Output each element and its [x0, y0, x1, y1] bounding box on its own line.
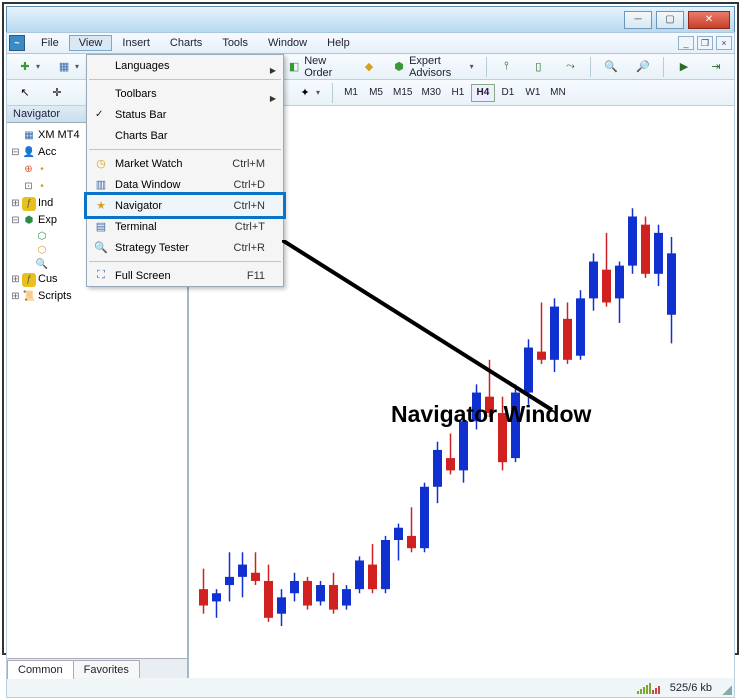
fullscreen-icon: ⛶: [93, 268, 109, 284]
menu-item-full-screen[interactable]: ⛶Full ScreenF11: [87, 265, 283, 286]
mdi-close-button[interactable]: ×: [716, 36, 732, 50]
status-bar: 525/6 kb: [6, 678, 735, 698]
mdi-restore-button[interactable]: ❐: [697, 36, 713, 50]
profiles-button[interactable]: ▦: [50, 57, 85, 77]
timeframe-m5[interactable]: M5: [364, 84, 388, 102]
terminal-icon: ▤: [93, 219, 109, 235]
menu-item-status-bar[interactable]: ✓Status Bar: [87, 104, 283, 125]
timeframe-m30[interactable]: M30: [417, 84, 444, 102]
tester-icon: 🔍: [93, 240, 109, 256]
app-icon: ~: [9, 35, 25, 51]
crosshair-button[interactable]: ✛: [43, 83, 71, 103]
navigator-tab-favorites[interactable]: Favorites: [73, 660, 140, 679]
timeframe-h1[interactable]: H1: [446, 84, 470, 102]
view-menu-dropdown: Languages Toolbars ✓Status Bar Charts Ba…: [86, 54, 284, 287]
menu-item-market-watch[interactable]: ◷Market WatchCtrl+M: [87, 153, 283, 174]
zoom-in-button[interactable]: 🔍: [597, 57, 625, 77]
experts-icon: ⬢: [22, 214, 36, 228]
menu-tools[interactable]: Tools: [212, 35, 258, 51]
objects-select-button[interactable]: ✦: [291, 83, 326, 103]
ea-icon: 🔍: [35, 257, 49, 271]
window-maximize-button[interactable]: ▢: [656, 11, 684, 29]
menu-view[interactable]: View: [69, 35, 113, 51]
menu-item-charts-bar[interactable]: Charts Bar: [87, 125, 283, 146]
mt4-icon: ▦: [22, 129, 36, 143]
status-traffic: 525/6 kb: [670, 682, 712, 694]
bar-chart-button[interactable]: ⫯: [492, 57, 520, 77]
mdi-minimize-button[interactable]: _: [678, 36, 694, 50]
timeframe-m15[interactable]: M15: [389, 84, 416, 102]
line-chart-button[interactable]: ⤳: [556, 57, 584, 77]
scripts-icon: 📜: [22, 290, 36, 304]
navigator-tab-common[interactable]: Common: [7, 660, 74, 679]
autotrading-toggle[interactable]: ◆: [355, 57, 383, 77]
menu-item-strategy-tester[interactable]: 🔍Strategy TesterCtrl+R: [87, 237, 283, 258]
menubar: ~ File View Insert Charts Tools Window H…: [6, 32, 735, 54]
indicators-icon: ƒ: [22, 197, 36, 211]
timeframe-h4[interactable]: H4: [471, 84, 495, 102]
menu-item-terminal[interactable]: ▤TerminalCtrl+T: [87, 216, 283, 237]
account-icon: •: [35, 180, 49, 194]
menu-window[interactable]: Window: [258, 35, 317, 51]
menu-item-data-window[interactable]: ▥Data WindowCtrl+D: [87, 174, 283, 195]
custom-icon: ƒ: [22, 273, 36, 287]
menu-item-languages[interactable]: Languages: [87, 55, 283, 76]
resize-grip[interactable]: [720, 683, 732, 695]
window-close-button[interactable]: ✕: [688, 11, 730, 29]
menu-help[interactable]: Help: [317, 35, 360, 51]
data-window-icon: ▥: [93, 177, 109, 193]
menu-charts[interactable]: Charts: [160, 35, 212, 51]
timeframe-w1[interactable]: W1: [521, 84, 545, 102]
timeframe-m1[interactable]: M1: [339, 84, 363, 102]
market-watch-icon: ◷: [93, 156, 109, 172]
zoom-out-button[interactable]: 🔎: [629, 57, 657, 77]
timeframe-d1[interactable]: D1: [496, 84, 520, 102]
chart-shift-button[interactable]: ⇥: [702, 57, 730, 77]
menu-file[interactable]: File: [31, 35, 69, 51]
candle-chart-button[interactable]: ▯: [524, 57, 552, 77]
cursor-button[interactable]: ↖: [11, 83, 39, 103]
autoscroll-button[interactable]: ▶: [670, 57, 698, 77]
timeframe-mn[interactable]: MN: [546, 84, 570, 102]
navigator-tabs: Common Favorites: [7, 658, 187, 678]
new-order-button[interactable]: ◧New Order: [282, 57, 351, 77]
window-titlebar: ─ ▢ ✕: [6, 6, 735, 32]
menu-insert[interactable]: Insert: [112, 35, 160, 51]
menu-item-navigator[interactable]: ★NavigatorCtrl+N: [87, 195, 283, 216]
account-icon: •: [35, 163, 49, 177]
connection-indicator-icon: [637, 682, 660, 694]
accounts-icon: 👤: [22, 146, 36, 160]
navigator-icon: ★: [93, 198, 109, 214]
expert-advisors-button[interactable]: ⬢Expert Advisors: [387, 57, 480, 77]
menu-item-toolbars[interactable]: Toolbars: [87, 83, 283, 104]
window-minimize-button[interactable]: ─: [624, 11, 652, 29]
new-chart-button[interactable]: ✚: [11, 57, 46, 77]
